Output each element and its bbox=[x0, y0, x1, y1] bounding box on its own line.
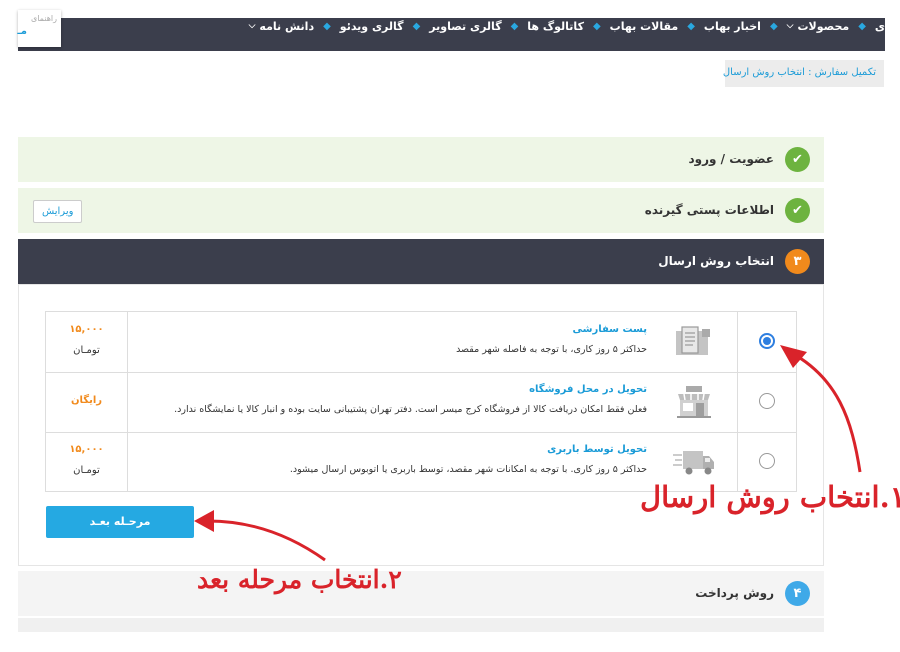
option-price: رایگان bbox=[70, 395, 103, 406]
menu-item-products[interactable]: محصولات ⌵ bbox=[787, 20, 850, 33]
option-description: حداکثر ۵ روز کاری. با توجه به امکانات شه… bbox=[289, 464, 647, 475]
breadcrumb: تکمیل سفارش : انتخاب روش ارسال bbox=[723, 60, 884, 87]
check-icon: ✔ bbox=[785, 147, 810, 172]
step-title: انتخاب روش ارسال bbox=[658, 254, 774, 268]
next-section-edge bbox=[18, 618, 824, 632]
menu-item-video-gallery[interactable]: گالری ویدئو bbox=[340, 20, 404, 33]
column-divider bbox=[737, 372, 738, 432]
option-description: حداکثر ۵ روز کاری، با توجه به فاصله شهر … bbox=[456, 344, 647, 355]
menu-separator-icon: ◆ bbox=[592, 20, 601, 32]
store-icon bbox=[672, 385, 716, 419]
step-number-badge: ۳ bbox=[785, 249, 810, 274]
radio-button[interactable] bbox=[759, 393, 775, 409]
step-title: روش پرداخت bbox=[695, 586, 774, 600]
option-currency: تومـان bbox=[73, 465, 100, 476]
shipping-options-table: پست سفارشی حداکثر ۵ روز کاری، با توجه به… bbox=[45, 311, 797, 492]
chevron-down-icon: ⌵ bbox=[248, 21, 256, 31]
menu-separator-icon: ◆ bbox=[412, 20, 421, 32]
annotation-next-step: ۲.انتخاب مرحله بعد bbox=[197, 565, 402, 594]
menu-separator-icon: ◆ bbox=[687, 20, 695, 32]
column-divider bbox=[127, 312, 128, 372]
menu-separator-icon: ◆ bbox=[769, 20, 778, 32]
option-price: ۱۵,۰۰۰ bbox=[69, 324, 104, 335]
column-divider bbox=[127, 432, 128, 492]
step-payment-method[interactable]: ۴ روش پرداخت bbox=[18, 571, 824, 616]
annotation-select-shipping: ۱.انتخاب روش ارسال bbox=[640, 480, 900, 514]
option-name: تحویل توسط باربری bbox=[547, 444, 647, 455]
menu-item-image-gallery[interactable]: گالری تصاویر bbox=[429, 20, 501, 33]
column-divider bbox=[737, 312, 738, 372]
truck-icon bbox=[672, 445, 716, 479]
option-description: فعلن فقط امکان دریافت کالا از فروشگاه کر… bbox=[174, 404, 647, 415]
menu-separator-icon: ◆ bbox=[858, 20, 866, 32]
radio-button[interactable] bbox=[759, 333, 775, 349]
logo-line-1: راهنمای bbox=[30, 14, 57, 23]
option-name: تحویل در محل فروشگاه bbox=[529, 384, 647, 395]
step-title: عضویت / ورود bbox=[688, 152, 774, 166]
menu-item-news[interactable]: اخبار بهاب bbox=[704, 20, 761, 33]
option-price: ۱۵,۰۰۰ bbox=[69, 444, 104, 455]
step-recipient-address[interactable]: ✔ اطلاعات پستی گیرنده ویرایش bbox=[18, 188, 824, 233]
menu-item-partial[interactable]: ی bbox=[875, 20, 885, 33]
menu-item-articles[interactable]: مقالات بهاب bbox=[610, 20, 679, 33]
logo-line-2: مـ bbox=[17, 26, 27, 37]
step-title: اطلاعات پستی گیرنده bbox=[644, 203, 774, 217]
shipping-option[interactable]: تحویل در محل فروشگاه فعلن فقط امکان دریا… bbox=[46, 372, 796, 433]
menu-item-encyclopedia[interactable]: دانش نامه ⌵ bbox=[249, 20, 315, 33]
radio-button[interactable] bbox=[759, 453, 775, 469]
column-divider bbox=[127, 372, 128, 432]
option-name: پست سفارشی bbox=[572, 324, 648, 335]
edit-button[interactable]: ویرایش bbox=[33, 200, 83, 223]
site-logo[interactable]: راهنمای مـ bbox=[17, 10, 61, 47]
next-step-button[interactable]: مرحـله بعـد bbox=[46, 506, 194, 538]
menu-item-catalogs[interactable]: کاتالوگ ها bbox=[527, 20, 584, 33]
menu-separator-icon: ◆ bbox=[323, 20, 331, 32]
chevron-down-icon: ⌵ bbox=[786, 21, 794, 31]
check-icon: ✔ bbox=[785, 198, 810, 223]
step-login[interactable]: ✔ عضویت / ورود bbox=[18, 137, 824, 182]
step-shipping-method: ۳ انتخاب روش ارسال bbox=[18, 239, 824, 284]
shipping-option[interactable]: پست سفارشی حداکثر ۵ روز کاری، با توجه به… bbox=[46, 312, 796, 373]
main-menu: ی ◆ محصولات ⌵ ◆ اخبار بهاب ◆ مقالات بهاب … bbox=[249, 18, 885, 34]
step-number-badge: ۴ bbox=[785, 581, 810, 606]
mail-package-icon bbox=[672, 325, 716, 359]
option-currency: تومـان bbox=[73, 345, 100, 356]
menu-separator-icon: ◆ bbox=[510, 20, 519, 32]
